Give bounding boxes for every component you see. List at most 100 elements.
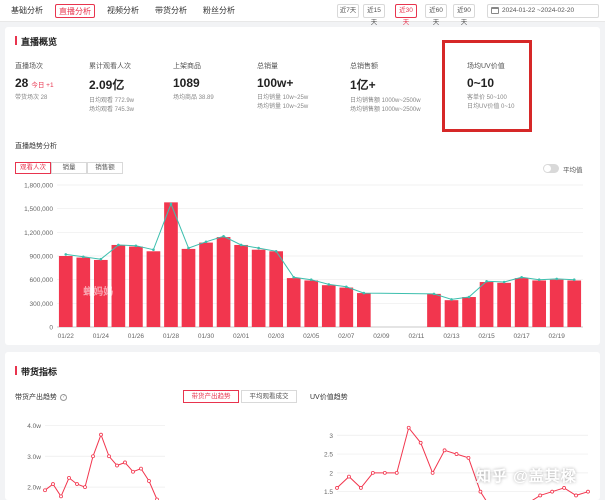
- chart-bar: [321, 285, 336, 327]
- trend-line: [44, 433, 158, 500]
- line-point: [345, 285, 348, 289]
- range-7-days[interactable]: 近7天: [337, 4, 359, 18]
- line-point: [123, 460, 127, 465]
- uv-trend-title: UV价值趋势: [310, 394, 348, 401]
- line-point: [520, 276, 523, 279]
- metric-value: 100w+: [257, 76, 294, 90]
- trend-tab-revenue[interactable]: 销售额: [87, 162, 123, 174]
- chart-bar: [216, 237, 231, 327]
- average-toggle-label: 平均值: [563, 167, 583, 174]
- live-trend-chart: 0 300,000 600,000 900,000 1,200,000 1,500,000…: [24, 183, 583, 340]
- tab-video-analysis[interactable]: 视频分析: [103, 4, 143, 18]
- x-tick-label: 01/22: [58, 333, 75, 340]
- trend-title: 直播趋势分析: [15, 143, 57, 150]
- metric-total-revenue: 总销售额 1亿+ 日均销售额 1000w~2500w 场均销售额 1000w~25…: [350, 61, 421, 115]
- line-point: [466, 455, 471, 460]
- y-tick-label: 3: [329, 433, 333, 440]
- line-point: [538, 493, 543, 498]
- chart-bar: [234, 244, 248, 327]
- y-tick-label: 1,200,000: [24, 230, 53, 237]
- metric-live-sessions: 直播场次 28 今日 +1 带货场次 28: [15, 61, 54, 103]
- line-point: [257, 246, 260, 250]
- goods-tab-output[interactable]: 带货产出趋势: [183, 390, 239, 403]
- live-overview-card: 直播概览 直播场次 28 今日 +1 带货场次 28 累计观看人次 2.09亿 日…: [5, 27, 600, 345]
- line-point: [450, 298, 453, 301]
- line-point: [99, 432, 103, 437]
- metric-sub: 场均商品 38.89: [173, 95, 214, 101]
- line-point: [555, 277, 558, 281]
- line-point: [572, 278, 576, 281]
- line-point: [75, 482, 79, 486]
- metric-label: 上架商品: [173, 63, 201, 70]
- chart-bar: [444, 300, 459, 327]
- line-point: [485, 279, 488, 283]
- line-point: [117, 243, 120, 247]
- chart-bar: [462, 297, 476, 327]
- y-tick-label: 4.0w: [27, 423, 41, 430]
- line-point: [82, 255, 85, 259]
- y-tick-label: 2.5: [324, 452, 333, 459]
- chart-watermark: 蝉妈妈: [83, 285, 113, 298]
- y-tick-label: 1.5: [324, 489, 333, 496]
- line-point: [442, 448, 447, 453]
- chart-bar: [479, 282, 494, 327]
- line-point: [107, 454, 111, 459]
- tab-fans-analysis[interactable]: 粉丝分析: [199, 4, 239, 18]
- trend-tab-volume[interactable]: 销量: [51, 162, 87, 174]
- metric-total-sales: 总销量 100w+ 日均销量 10w~25w 场均销量 10w~25w: [257, 61, 308, 112]
- line-point: [432, 292, 436, 296]
- range-90-days[interactable]: 近90天: [453, 4, 475, 26]
- line-point: [59, 494, 63, 499]
- chart-bar: [199, 242, 213, 327]
- line-point: [147, 479, 151, 483]
- line-point: [370, 470, 375, 475]
- goods-output-title: 带货产出趋势?: [15, 392, 67, 402]
- goods-tab-avg-deal[interactable]: 平均观看成交: [241, 390, 297, 403]
- average-toggle[interactable]: [543, 164, 559, 173]
- y-tick-label: 2.0w: [27, 485, 41, 492]
- trend-tab-views[interactable]: 观看人次: [15, 162, 51, 174]
- line-point: [239, 243, 243, 247]
- line-point: [406, 425, 411, 430]
- line-point: [187, 246, 190, 250]
- tab-basic-analysis[interactable]: 基础分析: [4, 4, 50, 18]
- line-point: [309, 278, 313, 281]
- range-15-days[interactable]: 近15天: [363, 4, 385, 26]
- line-point: [574, 493, 578, 498]
- line-point: [99, 257, 103, 261]
- info-icon[interactable]: ?: [60, 393, 67, 401]
- range-30-days[interactable]: 近30天: [395, 4, 417, 26]
- line-point: [91, 454, 95, 459]
- x-tick-label: 02/01: [233, 333, 250, 340]
- metric-label: 总销量: [257, 63, 278, 70]
- goods-output-chart: 2.0w 3.0w 4.0w: [27, 423, 165, 500]
- tab-goods-analysis[interactable]: 带货分析: [151, 4, 191, 18]
- metric-label: 总销售额: [350, 63, 378, 70]
- range-60-days[interactable]: 近60天: [425, 4, 447, 26]
- metric-sub: 日均销量 10w~25w 场均销量 10w~25w: [257, 95, 309, 110]
- line-point: [67, 475, 71, 480]
- date-range-picker[interactable]: 2024-01-22 ~2024-02-20: [487, 4, 599, 18]
- metric-total-views: 累计观看人次 2.09亿 日均观看 772.9w 场均观看 745.3w: [89, 61, 134, 115]
- line-point: [115, 463, 119, 468]
- y-tick-label: 3.0w: [27, 454, 41, 461]
- line-point: [562, 486, 566, 490]
- line-point: [359, 486, 363, 490]
- line-point: [467, 295, 471, 299]
- line-point: [502, 280, 506, 284]
- chart-bar: [269, 251, 284, 327]
- x-tick-label: 02/09: [373, 333, 390, 340]
- line-point: [292, 276, 296, 279]
- y-tick-label: 300,000: [30, 301, 54, 308]
- metric-value: 2.09亿: [89, 78, 125, 92]
- chart-bar: [532, 280, 547, 327]
- tab-live-analysis[interactable]: 直播分析: [55, 4, 95, 18]
- line-point: [64, 253, 68, 256]
- metric-label: 直播场次: [15, 63, 43, 70]
- x-tick-label: 01/30: [198, 333, 215, 340]
- x-tick-label: 02/11: [409, 333, 425, 340]
- live-overview-title: 直播概览: [15, 35, 57, 48]
- line-point: [169, 202, 173, 206]
- x-tick-label: 02/03: [268, 333, 285, 340]
- chart-bar: [164, 202, 178, 327]
